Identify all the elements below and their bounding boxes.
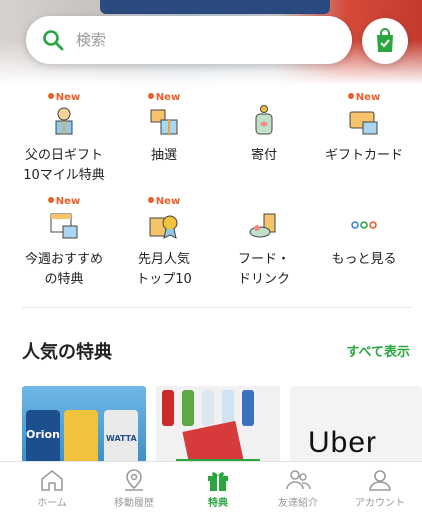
search-icon bbox=[43, 30, 64, 51]
offer-card-orion[interactable]: Orion WATTA bbox=[22, 386, 146, 466]
tab-label: 友達紹介 bbox=[278, 498, 318, 509]
ranking-gift-icon bbox=[149, 215, 178, 239]
gift-icon bbox=[208, 472, 228, 491]
menu-item-food-drink[interactable]: フード・ ドリンク bbox=[214, 196, 314, 290]
section-title: 人気の特典 bbox=[22, 342, 112, 363]
menu-item-fathers-day[interactable]: New 父の日ギフト 10マイル特典 bbox=[14, 92, 114, 186]
new-badge: New bbox=[114, 92, 214, 104]
tab-account[interactable]: アカウント bbox=[338, 468, 422, 509]
new-badge: New bbox=[14, 196, 114, 208]
bottom-nav: ホーム 移動履歴 特典 友達紹介 アカウント bbox=[0, 461, 422, 517]
more-dots-icon bbox=[351, 221, 377, 229]
menu-item-gift-card[interactable]: New ギフトカード bbox=[314, 92, 414, 166]
donation-jar-icon bbox=[255, 105, 273, 135]
card-sub: WATTA bbox=[106, 434, 137, 443]
menu-item-lottery[interactable]: New 抽選 bbox=[114, 92, 214, 166]
search-bar[interactable] bbox=[26, 16, 352, 64]
divider bbox=[22, 307, 412, 308]
gift-boxes-icon bbox=[150, 109, 178, 135]
search-input[interactable] bbox=[74, 30, 318, 50]
calendar-gift-icon bbox=[50, 213, 78, 239]
home-icon bbox=[41, 470, 63, 491]
wallet-check-icon bbox=[377, 28, 393, 52]
gift-card-icon bbox=[349, 111, 378, 135]
menu-item-label: 父の日ギフト 10マイル特典 bbox=[23, 148, 105, 183]
wallet-button[interactable] bbox=[362, 18, 408, 64]
tab-home[interactable]: ホーム bbox=[10, 468, 94, 509]
card-brand: Orion bbox=[26, 428, 60, 441]
menu-item-weekly-picks[interactable]: New 今週おすすめ の特典 bbox=[14, 196, 114, 290]
friends-icon bbox=[286, 470, 311, 490]
menu-item-top10[interactable]: New 先月人気 トップ10 bbox=[114, 196, 214, 290]
menu-item-label: 抽選 bbox=[150, 148, 177, 163]
new-badge: New bbox=[114, 196, 214, 208]
tab-label: アカウント bbox=[355, 498, 405, 509]
tab-label: 特典 bbox=[208, 498, 228, 509]
menu-item-label: 今週おすすめ の特典 bbox=[24, 252, 103, 287]
tab-label: 移動履歴 bbox=[114, 498, 154, 509]
location-history-icon bbox=[125, 469, 143, 491]
tab-benefits[interactable]: 特典 bbox=[176, 468, 260, 509]
tab-location-history[interactable]: 移動履歴 bbox=[92, 468, 176, 509]
menu-item-more[interactable]: もっと見る bbox=[314, 196, 414, 270]
card-brand: Uber bbox=[308, 426, 378, 459]
menu-item-label: 先月人気 トップ10 bbox=[136, 252, 192, 287]
offer-card-uber[interactable]: Uber bbox=[290, 386, 422, 466]
food-drink-icon bbox=[249, 213, 276, 238]
menu-item-label: 寄付 bbox=[250, 148, 277, 163]
account-icon bbox=[369, 470, 391, 491]
tab-label: ホーム bbox=[37, 498, 67, 509]
menu-item-donation[interactable]: 寄付 bbox=[214, 92, 314, 166]
menu-item-label: フード・ ドリンク bbox=[237, 252, 290, 287]
menu-item-label: もっと見る bbox=[331, 252, 397, 267]
gift-person-icon bbox=[55, 107, 73, 135]
menu-item-label: ギフトカード bbox=[324, 148, 403, 163]
tab-invite-friends[interactable]: 友達紹介 bbox=[256, 468, 340, 509]
see-all-link[interactable]: すべて表示 bbox=[346, 341, 410, 360]
popular-cards: Orion WATTA Uber bbox=[22, 386, 422, 466]
new-badge: New bbox=[14, 92, 114, 104]
offer-card-drinks[interactable] bbox=[156, 386, 280, 466]
new-badge: New bbox=[314, 92, 414, 104]
